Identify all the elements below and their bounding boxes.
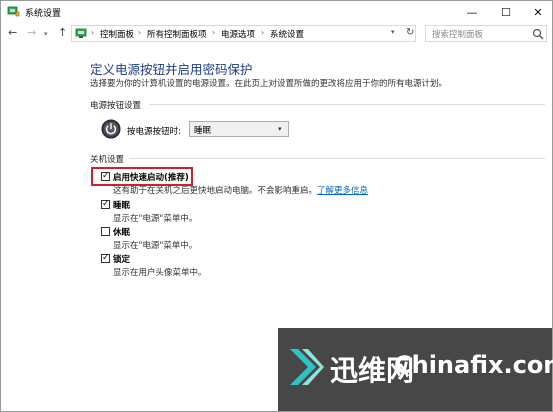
hibernate-label[interactable]: 休眠 (113, 226, 130, 238)
breadcrumb-all-items[interactable]: 所有控制面板项 (147, 28, 207, 40)
sleep-label[interactable]: 睡眠 (113, 199, 130, 211)
chevron-down-icon: ▾ (278, 125, 282, 133)
site-watermark: 迅维网 Chinafix.com (278, 328, 553, 411)
window-title: 系统设置 (25, 9, 62, 19)
up-arrow-icon[interactable]: ↑ (58, 27, 67, 39)
learn-more-link[interactable]: 了解更多信息 (317, 186, 368, 196)
close-button[interactable]: ✕ (524, 1, 552, 23)
hibernate-description: 显示在"电源"菜单中。 (113, 241, 198, 251)
power-button-icon (101, 119, 121, 139)
fast-startup-highlight-box (91, 167, 193, 186)
checkmark-icon: ✓ (102, 199, 110, 209)
section-divider (149, 104, 545, 105)
recent-locations-chevron-icon[interactable]: ▾ (44, 28, 48, 40)
lock-description: 显示在用户头像菜单中。 (113, 268, 207, 278)
back-arrow-icon[interactable]: ← (8, 27, 17, 39)
maximize-button[interactable]: ☐ (492, 1, 520, 23)
chinafix-logo-icon (290, 349, 324, 385)
power-button-action-value: 睡眠 (194, 126, 212, 136)
page-title: 定义电源按钮并启用密码保护 (90, 62, 253, 77)
breadcrumb-separator-icon: › (138, 28, 142, 37)
breadcrumb-separator-icon: › (212, 28, 216, 37)
control-panel-icon (75, 28, 87, 38)
breadcrumb-separator-icon: › (91, 28, 95, 37)
power-options-app-icon (7, 6, 20, 17)
breadcrumb-separator-icon: › (261, 28, 265, 37)
address-dropdown-chevron-icon[interactable]: ▾ (391, 28, 395, 36)
search-icon[interactable] (532, 28, 544, 40)
power-button-action-select[interactable]: 睡眠 ▾ (189, 121, 289, 137)
hibernate-checkbox[interactable] (101, 227, 110, 236)
sleep-checkbox[interactable]: ✓ (101, 199, 110, 209)
section-divider (129, 158, 545, 159)
fast-startup-description-text: 这有助于在关机之后更快地启动电脑。不会影响重启。 (113, 186, 318, 196)
lock-checkbox[interactable]: ✓ (101, 253, 110, 263)
search-box[interactable]: 搜索控制面板 (425, 25, 547, 42)
system-settings-window: 系统设置 — ☐ ✕ ← → ▾ ↑ › 控制面板 › 所有控制面板项 › 电源… (0, 0, 553, 412)
breadcrumb-control-panel[interactable]: 控制面板 (100, 28, 134, 40)
maximize-icon: ☐ (501, 5, 511, 19)
watermark-domain: Chinafix.com (394, 351, 553, 379)
breadcrumb-system-settings[interactable]: 系统设置 (270, 28, 304, 40)
checkmark-icon: ✓ (102, 253, 110, 263)
breadcrumb-power-options[interactable]: 电源选项 (221, 28, 255, 40)
power-button-settings-heading: 电源按钮设置 (90, 101, 142, 111)
minimize-icon: — (466, 5, 478, 19)
forward-arrow-icon[interactable]: → (27, 27, 36, 39)
sleep-description: 显示在"电源"菜单中。 (113, 214, 198, 224)
close-icon: ✕ (533, 5, 543, 19)
shutdown-settings-heading: 关机设置 (90, 155, 125, 165)
page-description: 选择要为你的计算机设置的电源设置。在此页上对设置所做的更改将应用于你的所有电源计… (90, 79, 448, 89)
minimize-button[interactable]: — (458, 1, 486, 23)
title-bar: 系统设置 — ☐ ✕ (1, 1, 552, 23)
lock-label[interactable]: 锁定 (113, 253, 130, 265)
refresh-icon[interactable]: ↻ (406, 27, 414, 38)
search-placeholder: 搜索控制面板 (432, 30, 484, 40)
address-bar[interactable]: › 控制面板 › 所有控制面板项 › 电源选项 › 系统设置 ▾ ↻ (71, 25, 416, 42)
power-button-action-label: 按电源按钮时: (127, 127, 181, 137)
